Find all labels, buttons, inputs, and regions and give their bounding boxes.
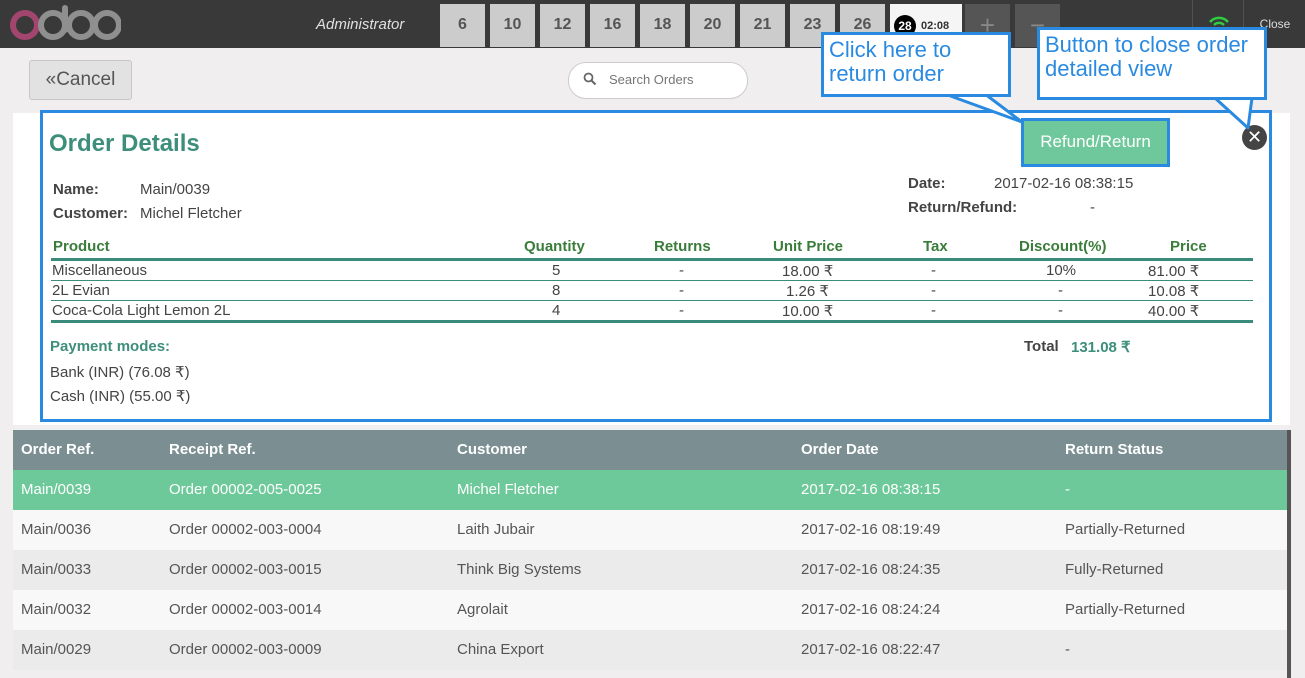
return-status: - bbox=[1065, 481, 1070, 498]
order-customer: China Export bbox=[457, 641, 544, 658]
col-return-status: Return Status bbox=[1065, 441, 1164, 458]
order-customer: Laith Jubair bbox=[457, 521, 535, 538]
receipt-ref: Order 00002-003-0009 bbox=[169, 641, 322, 658]
order-row[interactable]: Main/0032 Order 00002-003-0014 Agrolait … bbox=[13, 590, 1287, 630]
callout-close-view: Button to close order detailed view bbox=[1037, 27, 1267, 100]
order-date: 2017-02-16 08:24:24 bbox=[801, 601, 941, 618]
receipt-ref: Order 00002-003-0004 bbox=[169, 521, 322, 538]
callout-return-order: Click here to return order bbox=[821, 32, 1011, 97]
receipt-ref: Order 00002-003-0014 bbox=[169, 601, 322, 618]
order-customer: Agrolait bbox=[457, 601, 508, 618]
order-row-selected[interactable]: Main/0039 Order 00002-005-0025 Michel Fl… bbox=[13, 470, 1287, 510]
order-ref: Main/0032 bbox=[21, 601, 92, 618]
col-customer: Customer bbox=[457, 441, 528, 458]
col-order-date: Order Date bbox=[801, 441, 879, 458]
order-row[interactable]: Main/0033 Order 00002-003-0015 Think Big… bbox=[13, 550, 1287, 590]
col-order-ref: Order Ref. bbox=[21, 441, 95, 458]
order-date: 2017-02-16 08:24:35 bbox=[801, 561, 941, 578]
order-row[interactable]: Main/0036 Order 00002-003-0004 Laith Jub… bbox=[13, 510, 1287, 550]
scrollbar[interactable] bbox=[1287, 430, 1291, 678]
return-status: Partially-Returned bbox=[1065, 521, 1186, 538]
order-date: 2017-02-16 08:38:15 bbox=[801, 481, 941, 498]
order-customer: Think Big Systems bbox=[457, 561, 582, 578]
order-row[interactable]: Main/0029 Order 00002-003-0009 China Exp… bbox=[13, 630, 1287, 670]
return-status: Partially-Returned bbox=[1065, 601, 1186, 618]
order-date: 2017-02-16 08:19:49 bbox=[801, 521, 941, 538]
order-ref: Main/0033 bbox=[21, 561, 92, 578]
return-status: Fully-Returned bbox=[1065, 561, 1164, 578]
order-ref: Main/0039 bbox=[21, 481, 92, 498]
receipt-ref: Order 00002-003-0015 bbox=[169, 561, 322, 578]
receipt-ref: Order 00002-005-0025 bbox=[169, 481, 322, 498]
order-date: 2017-02-16 08:22:47 bbox=[801, 641, 941, 658]
return-status: - bbox=[1065, 641, 1070, 658]
order-customer: Michel Fletcher bbox=[457, 481, 559, 498]
order-ref: Main/0029 bbox=[21, 641, 92, 658]
order-ref: Main/0036 bbox=[21, 521, 92, 538]
col-receipt-ref: Receipt Ref. bbox=[169, 441, 256, 458]
order-list-header: Order Ref. Receipt Ref. Customer Order D… bbox=[13, 430, 1287, 470]
